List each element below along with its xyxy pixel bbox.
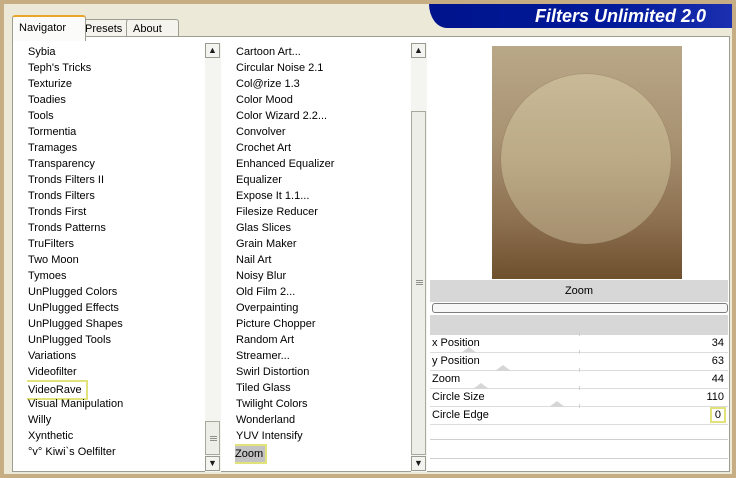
category-item[interactable]: Willy bbox=[27, 412, 51, 428]
scroll-up-arrow-icon[interactable]: ▲ bbox=[411, 43, 426, 58]
category-list[interactable]: Sybia Teph's Tricks Texturize Toadies Tools T… bbox=[27, 44, 207, 474]
filter-item[interactable]: Equalizer bbox=[235, 172, 282, 188]
filter-item[interactable]: Crochet Art bbox=[235, 140, 291, 156]
filter-item[interactable]: Cartoon Art... bbox=[235, 44, 301, 60]
category-item[interactable]: Videofilter bbox=[27, 364, 77, 380]
filter-item[interactable]: Glas Slices bbox=[235, 220, 291, 236]
param-value[interactable]: 110 bbox=[706, 389, 724, 406]
filter-item[interactable]: Wonderland bbox=[235, 412, 295, 428]
tab-navigator[interactable]: Navigator bbox=[12, 15, 86, 41]
filter-scrollbar[interactable]: ▲ ▼ bbox=[411, 43, 427, 472]
slider-track[interactable] bbox=[430, 424, 728, 425]
filter-name-label: Zoom bbox=[430, 280, 728, 302]
category-item[interactable]: Tymoes bbox=[27, 268, 67, 284]
param-label: Circle Edge bbox=[432, 409, 489, 421]
category-item[interactable]: Tormentia bbox=[27, 124, 76, 140]
param-value[interactable]: 0 bbox=[709, 407, 726, 423]
grip-icon bbox=[416, 282, 423, 283]
grip-icon bbox=[416, 280, 423, 281]
grip-icon bbox=[210, 440, 217, 441]
category-item[interactable]: °v° Kiwi`s Oelfilter bbox=[27, 444, 116, 460]
navigator-panel: Sybia Teph's Tricks Texturize Toadies Tools T… bbox=[12, 36, 730, 472]
filters-unlimited-window: Navigator Presets About Filters Unlimite… bbox=[4, 4, 732, 474]
category-item[interactable]: Transparency bbox=[27, 156, 95, 172]
grip-icon bbox=[210, 438, 217, 439]
category-item[interactable]: UnPlugged Shapes bbox=[27, 316, 123, 332]
category-item[interactable]: UnPlugged Tools bbox=[27, 332, 111, 348]
filter-item[interactable]: Col@rize 1.3 bbox=[235, 76, 300, 92]
category-item[interactable]: Visual Manipulation bbox=[27, 396, 123, 412]
grip-icon bbox=[210, 436, 217, 437]
filter-item[interactable]: Grain Maker bbox=[235, 236, 297, 252]
preview-image bbox=[492, 46, 682, 279]
filter-item[interactable]: Nail Art bbox=[235, 252, 271, 268]
scroll-down-arrow-icon[interactable]: ▼ bbox=[205, 456, 220, 471]
filter-item[interactable]: Color Mood bbox=[235, 92, 293, 108]
scroll-down-arrow-icon[interactable]: ▼ bbox=[411, 456, 426, 471]
filter-settings-panel: Zoom x Position 34 y Position 63 Zoom 44 Circl… bbox=[429, 39, 729, 469]
filter-item[interactable]: Filesize Reducer bbox=[235, 204, 318, 220]
progress-bar bbox=[432, 303, 728, 313]
filter-item[interactable]: Noisy Blur bbox=[235, 268, 286, 284]
category-scroll-thumb[interactable] bbox=[205, 421, 220, 455]
filter-item[interactable]: Expose It 1.1... bbox=[235, 188, 309, 204]
category-item[interactable]: UnPlugged Effects bbox=[27, 300, 119, 316]
category-item[interactable]: Sybia bbox=[27, 44, 56, 60]
empty-row-divider bbox=[430, 458, 728, 459]
category-item[interactable]: Two Moon bbox=[27, 252, 79, 268]
filter-item[interactable]: Old Film 2... bbox=[235, 284, 295, 300]
category-item[interactable]: Toadies bbox=[27, 92, 66, 108]
empty-row-divider bbox=[430, 439, 728, 440]
category-item[interactable]: Tronds First bbox=[27, 204, 86, 220]
filter-item[interactable]: Streamer... bbox=[235, 348, 290, 364]
param-row[interactable]: Circle Edge 0 bbox=[430, 407, 728, 424]
category-item[interactable]: Teph's Tricks bbox=[27, 60, 91, 76]
category-item[interactable]: Texturize bbox=[27, 76, 72, 92]
param-value[interactable]: 44 bbox=[712, 371, 724, 388]
filter-item-selected[interactable]: Zoom bbox=[235, 444, 268, 464]
category-item[interactable]: TruFilters bbox=[27, 236, 74, 252]
filter-item[interactable]: YUV Intensify bbox=[235, 428, 303, 444]
param-value[interactable]: 34 bbox=[712, 335, 724, 352]
filter-item[interactable]: Swirl Distortion bbox=[235, 364, 309, 380]
category-item[interactable]: UnPlugged Colors bbox=[27, 284, 117, 300]
filter-item[interactable]: Enhanced Equalizer bbox=[235, 156, 334, 172]
category-item[interactable]: Tronds Filters bbox=[27, 188, 95, 204]
category-scrollbar[interactable]: ▲ ▼ bbox=[205, 43, 221, 472]
filter-list[interactable]: Cartoon Art... Circular Noise 2.1 Col@rize… bbox=[235, 44, 410, 474]
filter-item[interactable]: Twilight Colors bbox=[235, 396, 308, 412]
category-item[interactable]: Xynthetic bbox=[27, 428, 73, 444]
param-value[interactable]: 63 bbox=[712, 353, 724, 370]
param-label: Zoom bbox=[432, 373, 461, 385]
filter-item[interactable]: Random Art bbox=[235, 332, 294, 348]
grip-icon bbox=[416, 284, 423, 285]
filter-scroll-thumb[interactable] bbox=[411, 111, 426, 455]
param-label: Circle Size bbox=[432, 391, 485, 403]
filter-item[interactable]: Circular Noise 2.1 bbox=[235, 60, 323, 76]
app-title-banner: Filters Unlimited 2.0 bbox=[429, 4, 732, 28]
category-item[interactable]: Variations bbox=[27, 348, 76, 364]
filter-item[interactable]: Tiled Glass bbox=[235, 380, 291, 396]
category-item[interactable]: Tools bbox=[27, 108, 54, 124]
category-item[interactable]: Tramages bbox=[27, 140, 77, 156]
scroll-up-arrow-icon[interactable]: ▲ bbox=[205, 43, 220, 58]
category-item[interactable]: Tronds Patterns bbox=[27, 220, 106, 236]
category-item[interactable]: Tronds Filters II bbox=[27, 172, 104, 188]
filter-item[interactable]: Overpainting bbox=[235, 300, 298, 316]
filter-item[interactable]: Color Wizard 2.2... bbox=[235, 108, 327, 124]
filter-item[interactable]: Picture Chopper bbox=[235, 316, 316, 332]
param-label: y Position bbox=[432, 355, 480, 367]
preview-zoom-circle bbox=[501, 74, 671, 244]
filter-item[interactable]: Convolver bbox=[235, 124, 286, 140]
